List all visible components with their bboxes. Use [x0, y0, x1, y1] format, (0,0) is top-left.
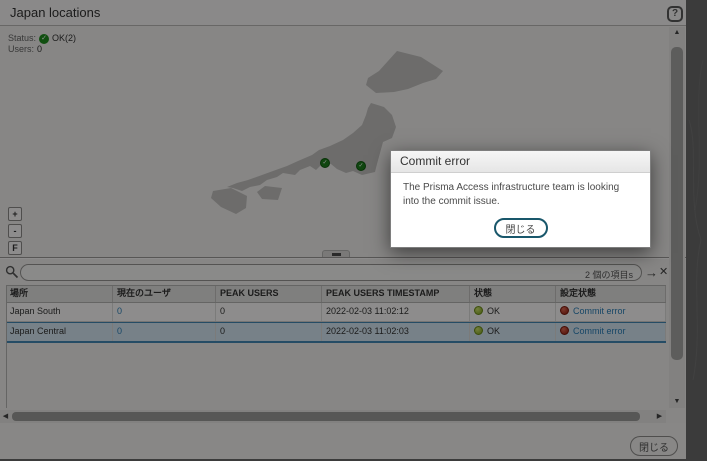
- dialog-titlebar: Commit error: [391, 151, 650, 173]
- commit-error-dialog: Commit error The Prisma Access infrastru…: [390, 150, 651, 248]
- dialog-title: Commit error: [400, 154, 471, 168]
- dialog-message: The Prisma Access infrastructure team is…: [403, 182, 620, 207]
- dialog-close-button[interactable]: 閉じる: [493, 218, 548, 238]
- app-screen: Japan locations ? Status: ✓ OK(2) Users:…: [0, 0, 707, 461]
